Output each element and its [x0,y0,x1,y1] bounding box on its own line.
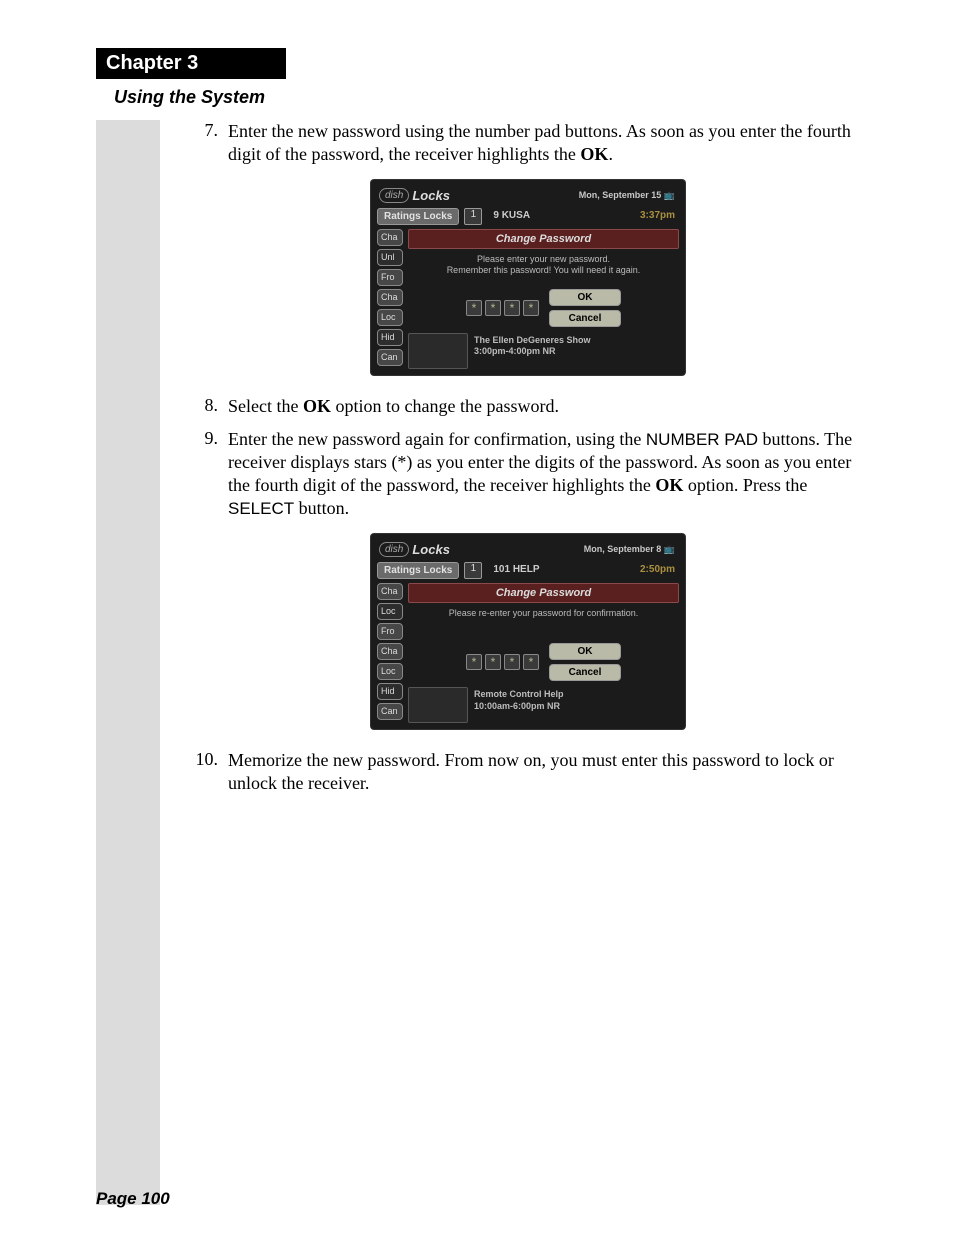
side-tab[interactable]: Hid [377,329,403,346]
cancel-button[interactable]: Cancel [549,310,621,327]
ratings-locks-tab[interactable]: Ratings Locks [377,208,459,225]
step-text: Memorize the new password. From now on, … [228,749,874,795]
clock: 2:50pm [636,562,679,579]
ok-button[interactable]: OK [549,289,621,306]
dialog-message: Please re-enter your password for confir… [408,608,679,619]
password-digit: * [466,300,482,316]
step-7: 7. Enter the new password using the numb… [182,120,874,166]
password-digit: * [485,300,501,316]
text: Select the [228,396,303,416]
step-text: Enter the new password again for confirm… [228,428,874,520]
password-digit: * [504,300,520,316]
chapter-label: Chapter 3 [96,48,286,79]
dish-logo: dish [379,542,409,557]
side-tab[interactable]: Cha [377,289,403,306]
side-tab[interactable]: Hid [377,683,403,700]
side-tab[interactable]: Can [377,703,403,720]
password-digit: * [485,654,501,670]
password-digit: * [523,300,539,316]
channel-number: 1 [464,562,482,579]
channel-number: 1 [464,208,482,225]
side-tab[interactable]: Loc [377,663,403,680]
password-digit: * [466,654,482,670]
ratings-locks-tab[interactable]: Ratings Locks [377,562,459,579]
step-10: 10. Memorize the new password. From now … [182,749,874,795]
side-tab[interactable]: Unl [377,249,403,266]
text: . [608,144,613,164]
ok-button[interactable]: OK [549,643,621,660]
side-tab[interactable]: Cha [377,229,403,246]
program-thumbnail [408,687,468,723]
channel-name: 101 HELP [487,562,631,579]
dish-logo: dish [379,188,409,203]
text: Enter the new password using the number … [228,121,851,164]
dialog-title: Change Password [408,583,679,603]
step-number: 7. [182,120,228,166]
side-tab[interactable]: Cha [377,583,403,600]
step-text: Enter the new password using the number … [228,120,874,166]
select-label: SELECT [228,499,294,518]
step-number: 10. [182,749,228,795]
date-label: Mon, September 8 📺 [584,544,675,555]
step-text: Select the OK option to change the passw… [228,395,874,418]
text: option. Press the [683,475,807,495]
step-8: 8. Select the OK option to change the pa… [182,395,874,418]
channel-name: 9 KUSA [487,208,631,225]
dialog-message: Please enter your new password. Remember… [408,254,679,277]
program-info: The Ellen DeGeneres Show 3:00pm-4:00pm N… [474,333,679,369]
side-tab[interactable]: Loc [377,309,403,326]
program-info: Remote Control Help 10:00am-6:00pm NR [474,687,679,723]
screen-title: Locks [412,188,450,203]
password-field[interactable]: * * * * [466,300,539,316]
text: option to change the password. [331,396,559,416]
cancel-button[interactable]: Cancel [549,664,621,681]
password-digit: * [523,654,539,670]
ok-label: OK [655,475,683,495]
screenshot-1: dish Locks Mon, September 15 📺 Ratings L… [371,180,685,375]
ok-label: OK [303,396,331,416]
step-number: 8. [182,395,228,418]
ok-label: OK [580,144,608,164]
password-field[interactable]: * * * * [466,654,539,670]
dialog-title: Change Password [408,229,679,249]
text: Enter the new password again for confirm… [228,429,646,449]
clock: 3:37pm [636,208,679,225]
step-number: 9. [182,428,228,520]
program-thumbnail [408,333,468,369]
side-tab[interactable]: Can [377,349,403,366]
date-label: Mon, September 15 📺 [579,190,675,201]
side-tab[interactable]: Fro [377,269,403,286]
section-title: Using the System [114,87,874,108]
screen-title: Locks [412,542,450,557]
number-pad-label: NUMBER PAD [646,430,758,449]
side-tabs: Cha Unl Fro Cha Loc Hid Can [377,229,403,369]
screenshot-2: dish Locks Mon, September 8 📺 Ratings Lo… [371,534,685,729]
text: button. [294,498,349,518]
password-digit: * [504,654,520,670]
margin-band [96,120,160,1205]
side-tabs: Cha Loc Fro Cha Loc Hid Can [377,583,403,723]
page-number: Page 100 [96,1189,170,1209]
side-tab[interactable]: Loc [377,603,403,620]
step-9: 9. Enter the new password again for conf… [182,428,874,520]
side-tab[interactable]: Cha [377,643,403,660]
side-tab[interactable]: Fro [377,623,403,640]
